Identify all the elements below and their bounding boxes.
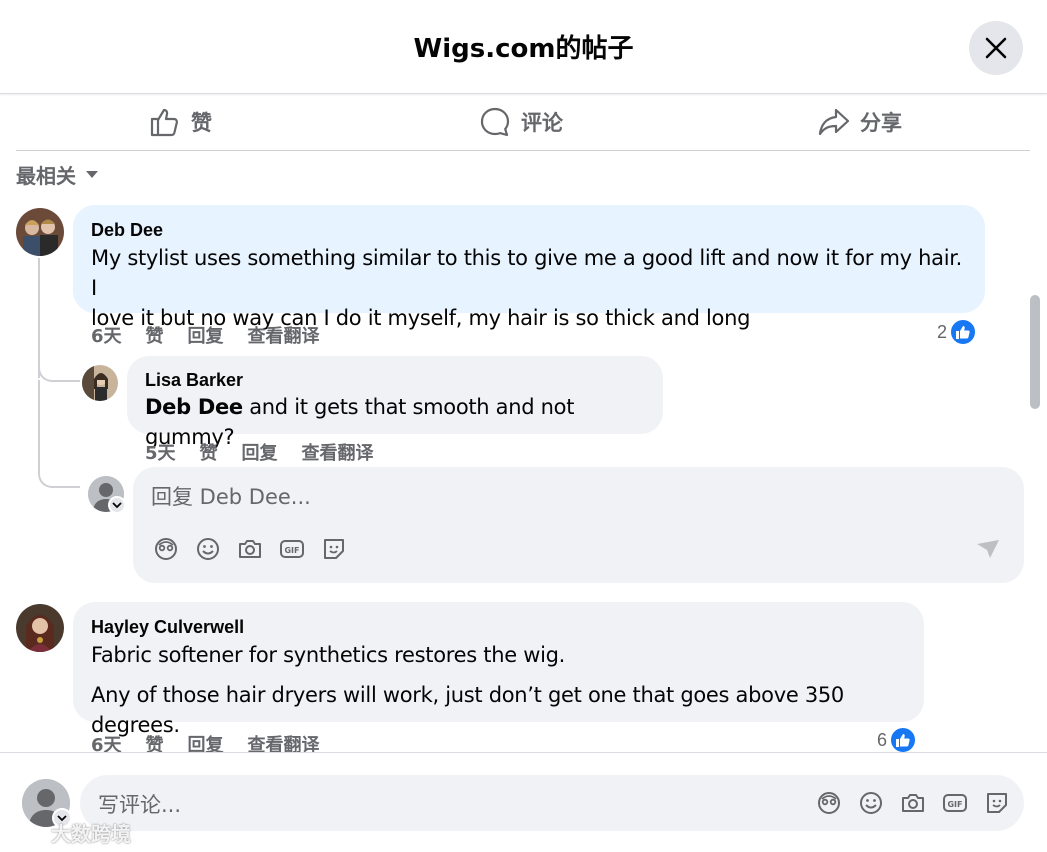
- comment-text: My stylist uses something similar to thi…: [91, 243, 967, 333]
- share-arrow-icon: [818, 108, 850, 136]
- comment-time[interactable]: 6天: [91, 322, 122, 348]
- user-photo-icon: [16, 604, 64, 652]
- comment-translate-link[interactable]: 查看翻译: [302, 439, 374, 465]
- thread-connector: [38, 470, 80, 488]
- reaction-count[interactable]: 6: [877, 726, 918, 754]
- thumbs-up-icon: [150, 108, 178, 137]
- comment-reply-link[interactable]: 回复: [242, 439, 278, 465]
- comment-translate-link[interactable]: 查看翻译: [248, 322, 320, 348]
- comment-input[interactable]: 写评论... GIF: [80, 775, 1024, 831]
- comment-author[interactable]: Hayley Culverwell: [91, 616, 906, 638]
- like-action-label: 赞: [191, 111, 212, 135]
- comment-meta: 5天 赞 回复 查看翻译: [145, 439, 398, 465]
- comment-bubble-icon: [480, 107, 510, 137]
- send-icon[interactable]: [975, 536, 1001, 562]
- thread-line: [38, 258, 40, 378]
- share-action-label: 分享: [860, 111, 902, 135]
- comment-author[interactable]: Lisa Barker: [145, 369, 645, 391]
- comment-bubble: Deb Dee My stylist uses something simila…: [73, 205, 985, 330]
- reply-placeholder: 回复 Deb Dee...: [151, 485, 311, 509]
- comment-reply-link[interactable]: 回复: [188, 322, 224, 348]
- reaction-count[interactable]: 2: [937, 318, 978, 346]
- mention-link[interactable]: Deb Dee: [145, 395, 243, 419]
- reaction-count-value: 6: [877, 729, 888, 750]
- svg-text:GIF: GIF: [284, 546, 299, 555]
- comment-bubble: Hayley Culverwell Fabric softener for sy…: [73, 602, 924, 737]
- avatar-sticker-icon[interactable]: [153, 536, 179, 562]
- comment-composer: 写评论... GIF: [0, 752, 1047, 852]
- gif-icon[interactable]: GIF: [942, 790, 968, 816]
- avatar[interactable]: [16, 208, 64, 256]
- avatar[interactable]: [82, 365, 118, 401]
- close-button[interactable]: [969, 21, 1023, 75]
- reply-input[interactable]: 回复 Deb Dee... GIF: [133, 467, 1024, 583]
- close-icon: [985, 37, 1007, 59]
- comment-placeholder: 写评论...: [98, 793, 182, 817]
- camera-icon[interactable]: [900, 790, 926, 816]
- avatar-sticker-icon[interactable]: [816, 790, 842, 816]
- caret-down-icon: [86, 171, 98, 178]
- comment-action-label: 评论: [521, 111, 563, 135]
- emoji-icon[interactable]: [858, 790, 884, 816]
- reaction-count-value: 2: [937, 321, 948, 342]
- comment-meta: 6天 赞 回复 查看翻译: [91, 322, 344, 348]
- chevron-down-icon[interactable]: [108, 496, 126, 514]
- comment-like-link[interactable]: 赞: [200, 439, 218, 465]
- dialog-header: Wigs.com的帖子: [0, 0, 1047, 94]
- user-photo-icon: [16, 208, 64, 256]
- camera-icon[interactable]: [237, 536, 263, 562]
- avatar[interactable]: [16, 604, 64, 652]
- comment-action-button[interactable]: 评论: [479, 104, 563, 140]
- watermark-text: 大数跨境: [50, 822, 131, 846]
- scrollbar-thumb[interactable]: [1030, 295, 1040, 409]
- sort-label: 最相关: [16, 164, 76, 188]
- sticker-icon[interactable]: [321, 536, 347, 562]
- comment-time[interactable]: 5天: [145, 439, 176, 465]
- thread-connector: [38, 362, 80, 382]
- comment-like-link[interactable]: 赞: [146, 322, 164, 348]
- like-action-button[interactable]: 赞: [149, 104, 212, 140]
- thread-line: [38, 380, 40, 472]
- sticker-icon[interactable]: [984, 790, 1010, 816]
- comment-text-line: Fabric softener for synthetics restores …: [91, 643, 566, 667]
- comment-text-line: My stylist uses something similar to thi…: [91, 246, 963, 300]
- watermark-logo-icon: [8, 825, 40, 846]
- comment-author[interactable]: Deb Dee: [91, 219, 967, 241]
- post-actions-bar: 赞 评论 分享: [16, 94, 1030, 151]
- share-action-button[interactable]: 分享: [818, 104, 902, 140]
- watermark: 大数跨境: [8, 818, 131, 847]
- user-photo-icon: [82, 365, 118, 401]
- like-reaction-icon: [949, 318, 978, 346]
- emoji-icon[interactable]: [195, 536, 221, 562]
- like-reaction-icon: [889, 726, 918, 754]
- comment-sort-dropdown[interactable]: 最相关: [16, 160, 98, 189]
- gif-icon[interactable]: GIF: [279, 536, 305, 562]
- dialog-title: Wigs.com的帖子: [413, 34, 634, 64]
- reply-bubble: Lisa Barker Deb Dee and it gets that smo…: [127, 356, 663, 449]
- svg-text:GIF: GIF: [947, 800, 962, 809]
